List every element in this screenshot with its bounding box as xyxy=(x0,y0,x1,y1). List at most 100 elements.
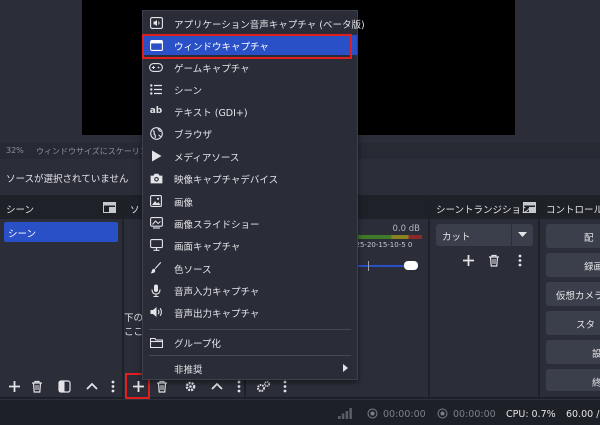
no-source-label: ソースが選択されていません xyxy=(6,174,129,185)
trash-icon xyxy=(489,254,499,267)
menu-item-paintbrush[interactable]: 色ソース xyxy=(143,258,357,278)
menu-item-deprecated[interactable]: 非推奨 xyxy=(143,358,357,378)
menu-item-label: シーン xyxy=(174,86,203,97)
menu-separator xyxy=(149,355,351,356)
app-audio-capture-icon xyxy=(149,16,163,30)
start-virtual-camera-button[interactable]: 仮想カメラ xyxy=(546,282,600,306)
mixer-db-value: 0.0 dB xyxy=(392,224,420,234)
plus-icon xyxy=(8,380,20,392)
start-streaming-button[interactable]: 配 xyxy=(546,224,600,248)
more-vertical-icon xyxy=(283,380,287,392)
menu-item-app-audio-capture[interactable]: アプリケーション音声キャプチャ (ベータ版) xyxy=(143,13,365,33)
control-label: 配 xyxy=(584,233,594,244)
camera-icon xyxy=(149,171,163,185)
menu-item-play[interactable]: メディアソース xyxy=(143,146,357,166)
remove-transition-button[interactable] xyxy=(484,250,504,270)
menu-item-camera[interactable]: 映像キャプチャデバイス xyxy=(143,168,357,188)
menu-item-label: ブラウザ xyxy=(174,130,213,141)
menu-item-label: 非推奨 xyxy=(174,365,203,376)
add-source-menu: アプリケーション音声キャプチャ (ベータ版) ウィンドウキャプチャ ゲームキャプチャ… xyxy=(142,10,365,380)
volume-slider-handle[interactable] xyxy=(404,261,418,270)
more-vertical-icon xyxy=(111,380,115,392)
transition-properties-button[interactable] xyxy=(510,250,530,270)
menu-item-label: メディアソース xyxy=(174,153,240,164)
menu-item-label: 画像スライドショー xyxy=(174,220,260,231)
status-bar: 00:00:00 00:00:00 CPU: 0.7% 60.00 / xyxy=(0,399,600,425)
sources-dock-title: ソ xyxy=(130,205,140,216)
controls-dock-header: コントロール xyxy=(540,197,600,219)
menu-item-text[interactable]: ab テキスト (GDI+) xyxy=(143,101,357,121)
undock-icon[interactable] xyxy=(523,202,536,213)
add-scene-button[interactable] xyxy=(4,376,24,396)
menu-item-label: 映像キャプチャデバイス xyxy=(174,175,279,186)
exit-button[interactable]: 終 xyxy=(546,369,600,391)
gamepad-icon xyxy=(149,60,163,74)
globe-icon xyxy=(149,126,163,140)
remove-scene-button[interactable] xyxy=(27,376,47,396)
text-icon: ab xyxy=(149,106,163,116)
chevron-right-icon xyxy=(343,364,348,372)
menu-item-globe[interactable]: ブラウザ xyxy=(143,123,357,143)
signal-bars-icon xyxy=(338,408,352,419)
scene-item-label: シーン xyxy=(8,229,37,240)
scene-list-item[interactable]: シーン xyxy=(4,222,118,242)
menu-item-group[interactable]: グループ化 xyxy=(143,332,357,352)
menu-item-monitor[interactable]: 画面キャプチャ xyxy=(143,235,357,255)
undock-icon[interactable] xyxy=(103,202,116,213)
sources-hint-line1: 下の xyxy=(124,313,144,324)
transition-select[interactable]: カット xyxy=(436,224,533,246)
add-transition-button[interactable] xyxy=(458,250,478,270)
menu-item-microphone[interactable]: 音声入力キャプチャ xyxy=(143,280,357,300)
settings-button[interactable]: 設 xyxy=(546,340,600,364)
transitions-dock-title: シーントランジション xyxy=(436,205,531,216)
control-label: 録画 xyxy=(584,262,600,273)
fps-display: 60.00 / xyxy=(566,409,600,420)
slideshow-icon xyxy=(149,216,163,230)
scene-list-icon xyxy=(149,82,163,96)
menu-item-image[interactable]: 画像 xyxy=(143,191,357,211)
volume-slider-tick xyxy=(368,261,369,271)
menu-item-label: アプリケーション音声キャプチャ (ベータ版) xyxy=(174,20,365,31)
scene-move-up-button[interactable] xyxy=(82,376,102,396)
control-label: 設 xyxy=(592,349,600,360)
menu-item-slideshow[interactable]: 画像スライドショー xyxy=(143,213,357,233)
filter-icon xyxy=(57,379,71,393)
studio-mode-button[interactable]: スタ xyxy=(546,311,600,335)
chevron-up-icon xyxy=(86,382,98,390)
gear-icon xyxy=(185,381,195,391)
scene-filters-button[interactable] xyxy=(54,376,74,396)
streaming-time: 00:00:00 xyxy=(453,409,496,420)
control-label: 終 xyxy=(592,378,600,389)
menu-item-gamepad[interactable]: ゲームキャプチャ xyxy=(143,57,357,77)
menu-item-label: 音声出力キャプチャ xyxy=(174,309,260,320)
controls-dock-title: コントロール xyxy=(546,205,600,216)
recording-icon xyxy=(367,408,378,419)
scene-more-button[interactable] xyxy=(108,376,118,396)
folder-icon xyxy=(149,335,163,349)
scenes-dock-title: シーン xyxy=(6,205,35,216)
streaming-icon xyxy=(437,408,448,419)
control-label: スタ xyxy=(576,320,596,331)
menu-separator xyxy=(149,329,351,330)
zoom-level: 32% xyxy=(6,146,24,155)
menu-item-label: 画面キャプチャ xyxy=(174,242,241,253)
more-vertical-icon xyxy=(237,380,241,392)
trash-icon xyxy=(32,380,42,393)
window-capture-highlight xyxy=(142,34,352,59)
gears-icon xyxy=(256,380,270,392)
transition-dropdown[interactable] xyxy=(511,224,533,246)
transitions-dock-header: シーントランジション xyxy=(430,197,538,219)
menu-item-label: 色ソース xyxy=(174,265,212,276)
scenes-dock-header: シーン xyxy=(0,197,122,219)
paintbrush-icon xyxy=(149,261,163,275)
plus-icon xyxy=(462,254,474,266)
start-recording-button[interactable]: 録画 xyxy=(546,253,600,277)
cpu-usage: CPU: 0.7% xyxy=(506,409,556,420)
more-vertical-icon xyxy=(518,254,522,266)
menu-item-scene-list[interactable]: シーン xyxy=(143,79,357,99)
transition-select-value: カット xyxy=(442,232,471,243)
menu-item-label: ゲームキャプチャ xyxy=(174,64,250,75)
trash-icon xyxy=(157,380,167,393)
menu-item-speaker[interactable]: 音声出力キャプチャ xyxy=(143,302,357,322)
monitor-icon xyxy=(149,238,163,252)
